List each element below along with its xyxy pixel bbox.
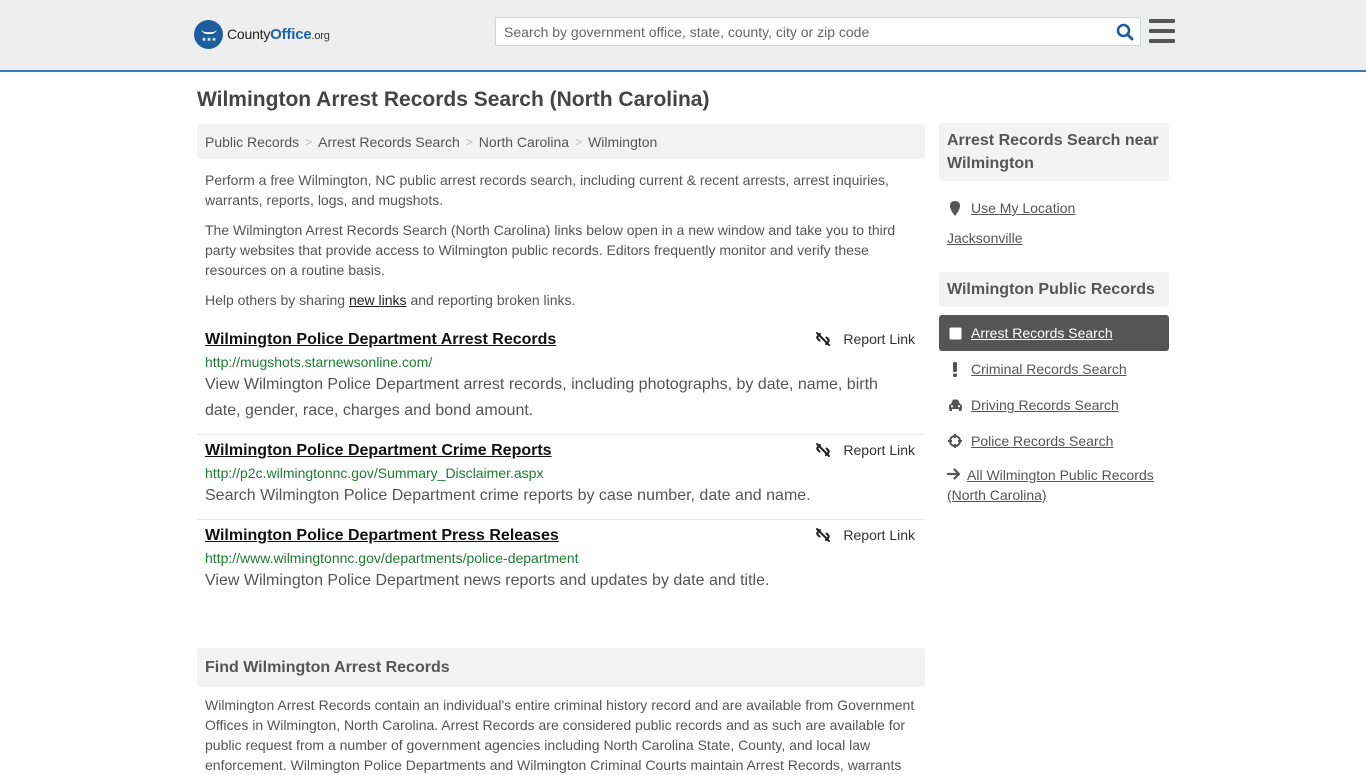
sidebar-item-label[interactable]: Criminal Records Search <box>971 361 1127 377</box>
nearby-city-link[interactable]: Jacksonville <box>947 230 1022 246</box>
broken-link-icon <box>816 332 831 346</box>
resource-link-description: View Wilmington Police Department news r… <box>205 572 770 589</box>
broken-link-icon <box>816 528 831 542</box>
page-title: Wilmington Arrest Records Search (North … <box>197 88 710 111</box>
logo-org: .org <box>311 30 330 42</box>
sidebar-near-heading: Arrest Records Search near Wilmington <box>939 123 1169 181</box>
sidebar-public-records-heading: Wilmington Public Records <box>939 272 1169 307</box>
exclamation-icon <box>947 361 963 377</box>
menu-bar <box>1149 19 1175 23</box>
eagle-stars-logo-icon <box>194 20 223 49</box>
share-text: Help others by sharing <box>205 292 349 308</box>
map-marker-icon <box>947 200 963 216</box>
new-links-link[interactable]: new links <box>349 292 407 308</box>
resource-link-item: Wilmington Police Department Arrest Reco… <box>197 324 925 435</box>
sidebar-item-criminal-records[interactable]: Criminal Records Search <box>939 351 1169 387</box>
logo-county: County <box>227 26 271 42</box>
breadcrumb: Public Records > Arrest Records Search >… <box>197 124 925 159</box>
use-my-location-link[interactable]: Use My Location <box>971 200 1075 216</box>
sidebar-item-arrest-records[interactable]: Arrest Records Search <box>939 315 1169 351</box>
report-link-label: Report Link <box>843 527 915 543</box>
breadcrumb-separator: > <box>465 134 473 149</box>
breadcrumb-separator: > <box>575 134 583 149</box>
share-text: and reporting broken links. <box>406 292 576 308</box>
broken-link-icon <box>816 443 831 457</box>
intro-text: Perform a free Wilmington, NC public arr… <box>197 170 925 310</box>
sidebar-item-driving-records[interactable]: Driving Records Search <box>939 387 1169 423</box>
main-content: Public Records > Arrest Records Search >… <box>197 124 925 775</box>
resource-link-item: Wilmington Police Department Crime Repor… <box>197 435 925 520</box>
breadcrumb-separator: > <box>305 134 313 149</box>
site-header: CountyOffice.org <box>0 0 1366 72</box>
resource-links: Wilmington Police Department Arrest Reco… <box>197 324 925 604</box>
resource-link-item: Wilmington Police Department Press Relea… <box>197 520 925 604</box>
share-links-paragraph: Help others by sharing new links and rep… <box>205 290 917 310</box>
find-section-text: Wilmington Arrest Records contain an ind… <box>205 697 915 773</box>
search-input[interactable] <box>496 18 1110 45</box>
logo-office: Office <box>270 26 312 43</box>
report-link-button[interactable]: Report Link <box>815 442 915 458</box>
arrow-right-icon <box>946 465 963 485</box>
breadcrumb-north-carolina[interactable]: North Carolina <box>479 134 569 150</box>
resource-link-url[interactable]: http://www.wilmingtonnc.gov/departments/… <box>205 549 917 567</box>
sidebar-item-label[interactable]: Police Records Search <box>971 433 1113 449</box>
sidebar-item-label[interactable]: All Wilmington Public Records (North Car… <box>947 467 1154 503</box>
sidebar-item-label[interactable]: Driving Records Search <box>971 397 1119 413</box>
report-link-button[interactable]: Report Link <box>815 331 915 347</box>
search-button[interactable] <box>1110 18 1140 45</box>
resource-link-title[interactable]: Wilmington Police Department Arrest Reco… <box>205 330 556 350</box>
sidebar: Arrest Records Search near Wilmington Us… <box>939 123 1169 511</box>
resource-link-description: View Wilmington Police Department arrest… <box>205 376 878 419</box>
resource-link-url[interactable]: http://p2c.wilmingtonnc.gov/Summary_Disc… <box>205 464 917 482</box>
sidebar-item-label[interactable]: Arrest Records Search <box>971 325 1113 341</box>
sidebar-item-police-records[interactable]: Police Records Search <box>939 423 1169 459</box>
report-link-label: Report Link <box>843 331 915 347</box>
resource-link-url[interactable]: http://mugshots.starnewsonline.com/ <box>205 353 917 371</box>
report-link-button[interactable]: Report Link <box>815 527 915 543</box>
intro-paragraph: The Wilmington Arrest Records Search (No… <box>205 222 896 278</box>
crosshairs-icon <box>947 434 963 448</box>
use-my-location[interactable]: Use My Location <box>939 190 1169 226</box>
breadcrumb-public-records[interactable]: Public Records <box>205 134 299 150</box>
car-icon <box>947 399 963 411</box>
report-link-label: Report Link <box>843 442 915 458</box>
menu-bar <box>1149 29 1175 33</box>
square-icon <box>947 327 963 340</box>
search-bar <box>495 17 1141 46</box>
logo-text: CountyOffice.org <box>227 26 330 43</box>
sidebar-item-all-records[interactable]: All Wilmington Public Records (North Car… <box>939 459 1169 511</box>
breadcrumb-wilmington[interactable]: Wilmington <box>588 134 657 150</box>
intro-paragraph: Perform a free Wilmington, NC public arr… <box>205 172 889 208</box>
site-logo[interactable]: CountyOffice.org <box>194 20 330 49</box>
nearby-city: Jacksonville <box>939 230 1169 246</box>
resource-link-title[interactable]: Wilmington Police Department Press Relea… <box>205 526 559 546</box>
breadcrumb-arrest-records-search[interactable]: Arrest Records Search <box>318 134 460 150</box>
resource-link-description: Search Wilmington Police Department crim… <box>205 487 811 504</box>
menu-bar <box>1149 39 1175 43</box>
search-icon <box>1116 23 1134 40</box>
hamburger-menu-icon[interactable] <box>1149 19 1175 43</box>
find-section-heading: Find Wilmington Arrest Records <box>197 648 925 687</box>
resource-link-title[interactable]: Wilmington Police Department Crime Repor… <box>205 441 552 461</box>
